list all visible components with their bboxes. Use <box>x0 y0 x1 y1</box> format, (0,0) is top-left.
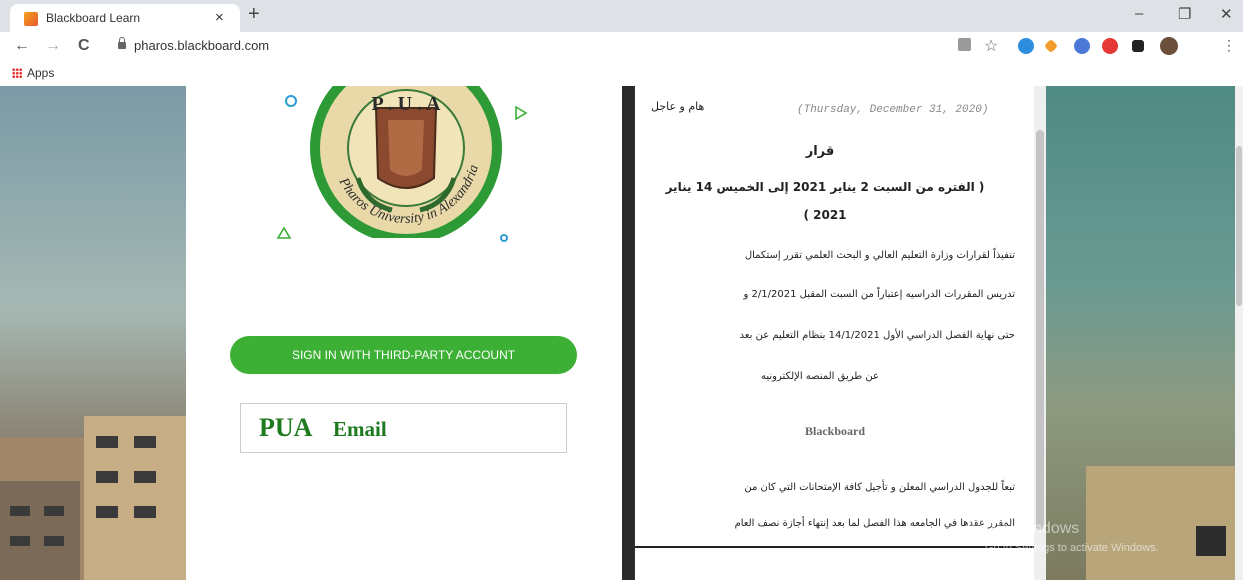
announcement-paragraph-1: تنفيذاً لقرارات وزارة التعليم العالي و ا… <box>744 250 1015 261</box>
lock-icon <box>118 37 126 49</box>
period-line-2: 2021 ) <box>803 208 847 222</box>
forward-button[interactable]: → <box>45 37 61 55</box>
announcement-date: (Thursday, December 31, 2020) <box>797 104 989 116</box>
circle-decoration-icon <box>285 95 297 107</box>
new-tab-button[interactable]: + <box>248 3 260 26</box>
reload-button[interactable]: C <box>78 37 90 55</box>
address-bar[interactable]: pharos.blackboard.com <box>134 38 269 53</box>
tab-close-icon[interactable]: × <box>215 9 224 26</box>
logo-top-text: P . U . A <box>372 93 441 115</box>
browser-window: Blackboard Learn × + – ❐ ✕ ← → C pharos.… <box>0 0 1243 580</box>
page-scrollbar[interactable] <box>1235 86 1243 580</box>
announcement-scrollbar[interactable] <box>1034 86 1046 580</box>
page-content: P . U . A Pharos University in Alexandri… <box>0 86 1243 580</box>
blackboard-favicon-icon <box>24 12 38 26</box>
announcement-paragraph-5: تبعاً للجدول الدراسي المعلن و تأجيل كافة… <box>744 482 1015 493</box>
third-party-signin-button[interactable]: SIGN IN WITH THIRD-PARTY ACCOUNT <box>230 336 577 374</box>
address-toolbar: ← → C pharos.blackboard.com ☆ ⋮ <box>0 32 1243 62</box>
email-label: Email <box>333 417 387 441</box>
period-line-1: ( الفتره من السبت 2 يناير 2021 إلى الخمي… <box>665 180 985 194</box>
announcement-panel[interactable]: (Thursday, December 31, 2020) هام و عاجل… <box>634 86 1035 580</box>
activate-windows-watermark: Activate Windows <box>953 520 1080 537</box>
pua-email-login-button[interactable]: PUA Email <box>240 403 567 453</box>
translate-icon[interactable] <box>958 38 971 51</box>
apps-grid-icon[interactable] <box>12 68 22 78</box>
panel-divider <box>622 86 634 580</box>
profile-avatar[interactable] <box>1160 37 1178 55</box>
urgent-label: هام و عاجل <box>651 100 705 113</box>
activate-windows-subtext: Go to Settings to activate Windows. <box>985 542 1159 554</box>
minimize-button[interactable]: – <box>1135 5 1143 22</box>
email-brand-text: PUA <box>259 413 313 442</box>
bookmark-star-icon[interactable]: ☆ <box>984 36 998 56</box>
adblock-icon[interactable] <box>1102 38 1118 54</box>
tab-strip: Blackboard Learn × + – ❐ ✕ <box>0 0 1243 32</box>
page-scroll-thumb[interactable] <box>1236 146 1242 306</box>
cp-extension-icon[interactable] <box>1074 38 1090 54</box>
announcement-scroll-thumb[interactable] <box>1036 130 1044 530</box>
pua-university-seal-logo: P . U . A Pharos University in Alexandri… <box>310 86 502 238</box>
announcement-paragraph-4: عن طريق المنصه الإلكترونيه <box>761 371 879 382</box>
extensions-puzzle-icon[interactable] <box>1132 40 1144 52</box>
announcement-paragraph-2: تدريس المقررات الدراسيه إعتباراً من السب… <box>743 289 1015 300</box>
announcement-title: قرار <box>805 144 835 159</box>
maximize-button[interactable]: ❐ <box>1178 5 1191 23</box>
bookmarks-bar: Apps <box>0 62 1243 87</box>
login-panel: P . U . A Pharos University in Alexandri… <box>186 86 622 580</box>
browser-menu-icon[interactable]: ⋮ <box>1222 37 1236 54</box>
browser-tab[interactable]: Blackboard Learn × <box>10 4 240 32</box>
background-photo-left <box>0 86 186 580</box>
search-extension-icon[interactable] <box>1018 38 1034 54</box>
back-button[interactable]: ← <box>14 37 30 55</box>
triangle-decoration-icon <box>515 106 528 120</box>
background-photo-right <box>1046 86 1243 580</box>
platform-name: Blackboard <box>804 424 865 438</box>
announcement-paragraph-3: حتى نهاية الفصل الدراسي الأول 14/1/2021 … <box>739 330 1015 341</box>
apps-bookmark[interactable]: Apps <box>27 66 54 80</box>
dot-decoration-icon <box>500 234 508 242</box>
triangle-up-decoration-icon <box>276 226 292 239</box>
announcement-divider <box>635 546 1035 548</box>
close-window-button[interactable]: ✕ <box>1220 5 1233 23</box>
tab-title: Blackboard Learn <box>46 11 141 25</box>
tool-extension-icon[interactable] <box>1043 38 1059 54</box>
